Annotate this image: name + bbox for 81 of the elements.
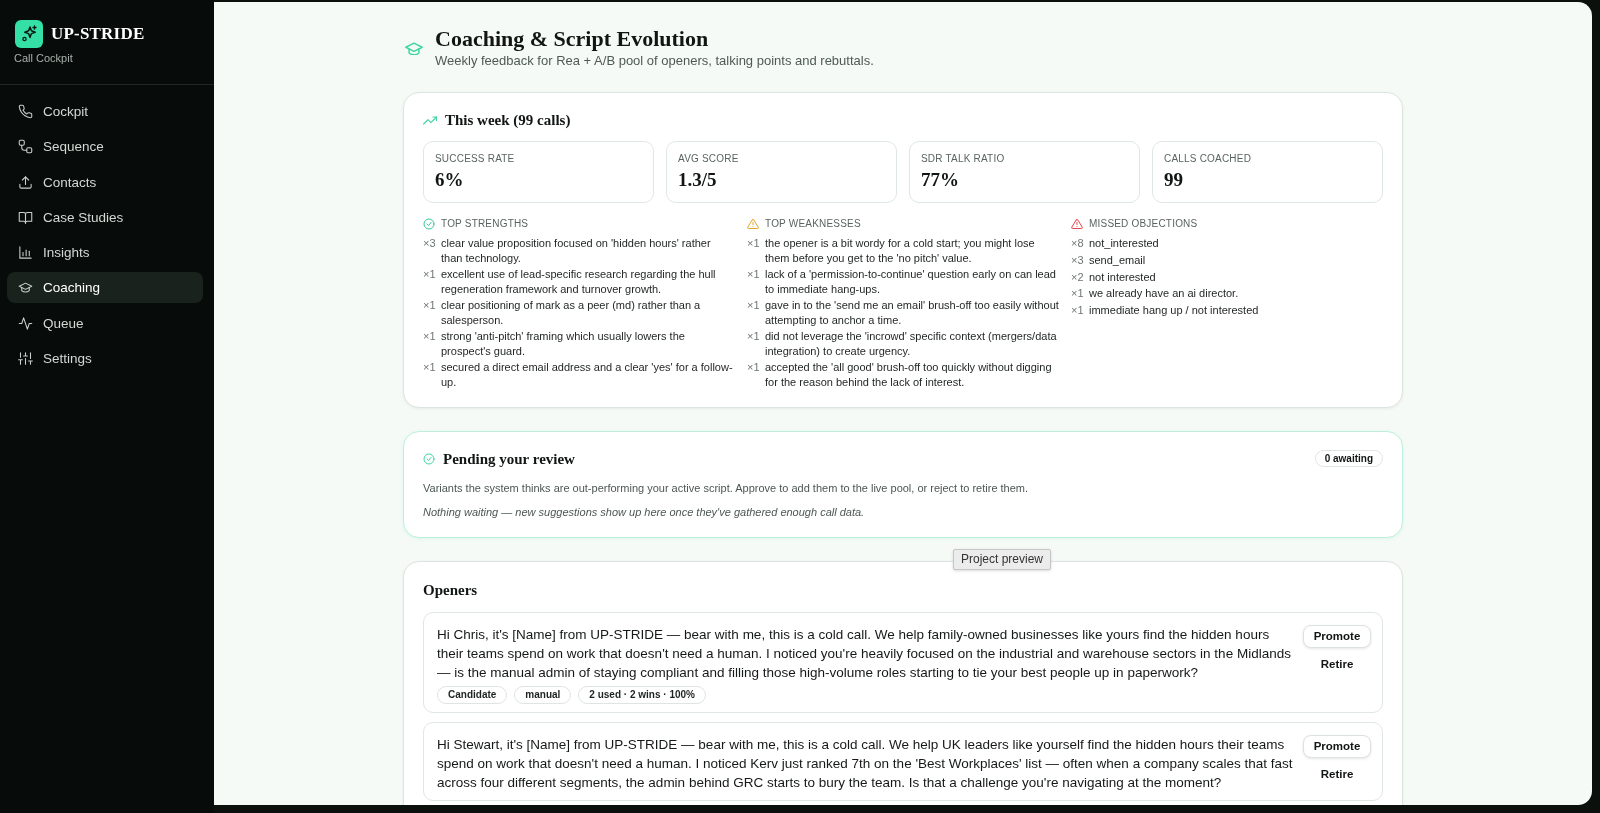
description-text: Variants the system thinks are out-performing your active script. Approve to add them to the live pool, or reject to retire them. [423,480,1030,495]
brand-subtitle: Call Cockpit [14,51,73,65]
item-text: the opener is a bit wordy for a cold start; you might lose them before you get to the 'no pitch' value. [765,236,1036,265]
page-title: Coaching & Script Evolution [435,26,709,52]
item-text: clear positioning of mark as a peer (md) rather than a salesperson. [441,298,702,327]
action-button[interactable]: Promote [1302,624,1372,648]
list-heading: TOP STRENGTHS [441,217,529,231]
graduation-cap-icon [18,280,33,296]
item-count: ×3 [1071,253,1085,268]
item-count: ×8 [1071,236,1085,251]
opener-text: Hi Stewart, it's [Name] from UP-STRIDE — bear with me, this is a cold call. We help UK leaders like yourself find the hidden hours their teams spend on work that doesn't need a human. I noticed Kerv just ranked 7th on the 'Best Workplaces' list — often when a company scales that fast across four different segments, the admin behind GRC starts to bury the team. Is that a challenge you're navigating at the moment? [437,735,1294,792]
item-count: ×1 [747,267,761,283]
item-count: ×2 [1071,269,1085,285]
brand-name: UP-STRIDE [51,24,145,44]
trend-up-icon [423,115,437,125]
item-text: gave in to the 'send me an email' brush-off too easily without attempting to anchor a time. [765,298,1059,327]
item-count: ×1 [423,360,437,376]
item-count: ×1 [747,360,761,376]
item-count: ×3 [423,236,437,252]
sidebar-item[interactable]: Cockpit [7,96,203,127]
check-circle-icon [423,218,435,230]
warning-icon [747,218,759,230]
stat-value: 1.3/5 [678,169,717,191]
stat-label: SUCCESS RATE [435,152,515,166]
nodes-icon [18,139,33,155]
text-button[interactable]: Retire [1316,655,1358,672]
list-heading: TOP WEAKNESSES [765,217,861,231]
item-count: ×1 [423,329,437,345]
empty-note: Nothing waiting — new suggestions show up here once they've gathered enough call data. [423,504,866,519]
list-heading: MISSED OBJECTIONS [1089,217,1198,231]
item-count: ×1 [423,267,437,283]
item-text: send_email [1089,253,1147,268]
item-text: strong 'anti-pitch' framing which usually lowers the prospect's guard. [441,329,686,358]
book-icon [18,209,33,225]
sidebar-item[interactable]: Contacts [7,166,203,198]
item-text: lack of a 'permission-to-continue' question early on can lead to immediate hang-ups. [765,267,1057,296]
sidebar-item[interactable]: Settings [7,343,203,375]
item-text: not_interested [1089,236,1160,251]
stat-value: 99 [1164,169,1183,191]
section-title: This week (99 calls) [445,111,571,129]
item-text: secured a direct email address and a clear 'yes' for a follow-up. [441,360,734,389]
stat-label: SDR TALK RATIO [921,152,1005,166]
sparkles-logo-icon [15,20,43,48]
check-circle-icon [423,452,435,465]
stat-value: 6% [435,169,464,191]
item-count: ×1 [747,298,761,314]
sidebar-item[interactable]: Insights [7,237,203,269]
upload-icon [18,174,33,190]
item-text: did not leverage the 'incrowd' specific context (mergers/data integration) to create urgency. [765,329,1058,358]
stat-label: AVG SCORE [678,152,739,166]
section-title: Pending your review [443,449,575,468]
stat-label: CALLS COACHED [1164,152,1252,166]
item-count: ×1 [747,329,761,345]
text-button[interactable]: Retire [1316,765,1358,782]
item-text: we already have an ai director. [1089,286,1240,301]
item-text: accepted the 'all good' brush-off too quickly without digging for the reason behind the lack of interest. [765,360,1053,389]
item-count: ×1 [1071,303,1085,318]
bar-chart-icon [18,245,33,261]
graduation-cap-icon [405,42,423,55]
item-count: ×1 [1071,286,1085,301]
item-text: not interested [1089,269,1157,285]
item-text: clear value proposition focused on 'hidden hours' rather than technology. [441,236,712,265]
count-badge: 0 awaiting [1314,450,1383,468]
phone-icon [18,104,33,119]
item-count: ×1 [423,298,437,314]
sliders-icon [18,351,33,367]
opener-text: Hi Chris, it's [Name] from UP-STRIDE — bear with me, this is a cold call. We help family-owned businesses like yours find the hidden hours their teams spend on work that doesn't need a human. I noticed you're heavily focused on the industrial and warehouse sectors in the Midlands — is the manual admin of staying compliant and filling those high-volume roles starting to tie your best people up in paperwork? [437,625,1292,682]
sidebar-item[interactable]: Coaching [7,272,203,304]
tooltip: Project preview [953,548,1052,570]
pulse-icon [18,315,33,331]
section-title: Openers [423,580,479,600]
sidebar-item[interactable]: Case Studies [7,201,203,233]
warning-icon [1071,218,1083,230]
action-button[interactable]: Promote [1302,734,1372,758]
item-text: immediate hang up / not interested [1089,303,1260,318]
item-text: excellent use of lead-specific research regarding the hull regeneration framework and turnover growth. [441,267,717,296]
item-count: ×1 [747,236,761,252]
sidebar-item[interactable]: Queue [7,307,203,339]
sidebar-item[interactable]: Sequence [7,131,203,163]
page-subtitle: Weekly feedback for Rea + A/B pool of openers, talking points and rebuttals. [435,52,874,70]
stat-value: 77% [921,169,959,191]
